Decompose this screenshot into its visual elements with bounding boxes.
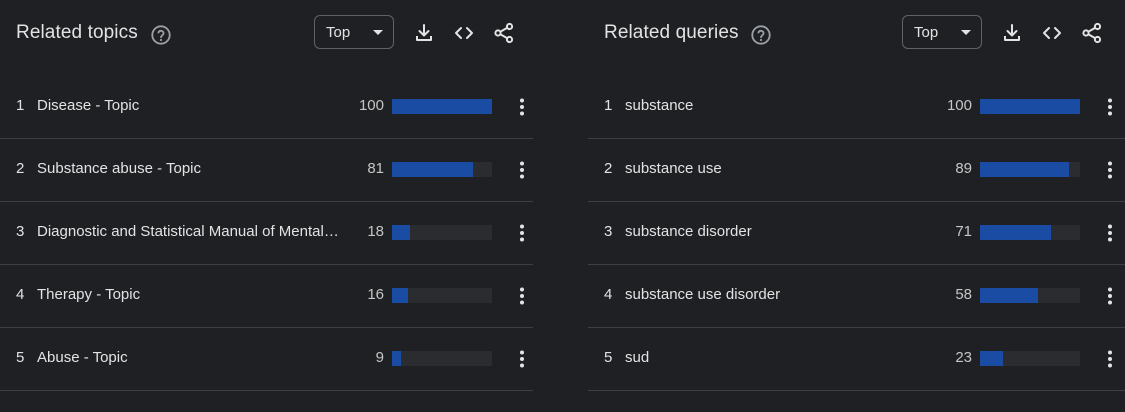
code-icon[interactable]: [1040, 21, 1064, 45]
rank-number: 3: [16, 223, 25, 240]
related-queries-list: 1 substance 100 2 substance use 89 3 sub…: [588, 76, 1125, 391]
list-item: 5 Abuse - Topic 9: [0, 328, 533, 391]
query-link[interactable]: sud: [625, 349, 649, 366]
caret-down-icon: [373, 30, 383, 35]
trends-related-panels: Related topics Top 1 Disease - Topic 100…: [0, 0, 1125, 412]
more-vert-icon[interactable]: [510, 95, 534, 119]
list-item: 1 Disease - Topic 100: [0, 76, 533, 139]
interest-bar-fill: [392, 225, 410, 240]
interest-bar: [980, 162, 1080, 177]
interest-value: 89: [955, 160, 972, 177]
interest-value: 100: [946, 97, 972, 114]
list-item: 3 substance disorder 71: [588, 202, 1125, 265]
list-item: 5 sud 23: [588, 328, 1125, 391]
topic-link[interactable]: Substance abuse - Topic: [37, 160, 201, 177]
rank-number: 2: [16, 160, 25, 177]
help-circle-icon[interactable]: [150, 24, 172, 46]
interest-bar: [392, 162, 492, 177]
interest-bar: [980, 351, 1080, 366]
interest-bar-fill: [392, 288, 408, 303]
share-icon[interactable]: [492, 21, 516, 45]
interest-value: 71: [955, 223, 972, 240]
list-item: 4 Therapy - Topic 16: [0, 265, 533, 328]
related-topics-header: Related topics Top: [0, 0, 533, 74]
list-item: 2 Substance abuse - Topic 81: [0, 139, 533, 202]
interest-bar-fill: [980, 162, 1069, 177]
query-link[interactable]: substance use: [625, 160, 722, 177]
more-vert-icon[interactable]: [510, 347, 534, 371]
download-icon[interactable]: [1000, 21, 1024, 45]
related-topics-panel: Related topics Top 1 Disease - Topic 100…: [0, 0, 533, 412]
download-icon[interactable]: [412, 21, 436, 45]
more-vert-icon[interactable]: [510, 284, 534, 308]
topic-link[interactable]: Diagnostic and Statistical Manual of Men…: [37, 223, 339, 240]
interest-bar-fill: [392, 162, 473, 177]
rank-number: 3: [604, 223, 613, 240]
related-topics-list: 1 Disease - Topic 100 2 Substance abuse …: [0, 76, 533, 391]
interest-value: 9: [375, 349, 384, 366]
interest-bar: [392, 225, 492, 240]
list-item: 4 substance use disorder 58: [588, 265, 1125, 328]
interest-value: 16: [367, 286, 384, 303]
list-item: 3 Diagnostic and Statistical Manual of M…: [0, 202, 533, 265]
rank-number: 5: [604, 349, 613, 366]
interest-value: 81: [367, 160, 384, 177]
queries-filter-value: Top: [914, 24, 939, 41]
interest-value: 100: [358, 97, 384, 114]
rank-number: 2: [604, 160, 613, 177]
interest-bar: [980, 288, 1080, 303]
related-topics-title: Related topics: [16, 22, 138, 43]
rank-number: 5: [16, 349, 25, 366]
rank-number: 4: [16, 286, 25, 303]
list-item: 2 substance use 89: [588, 139, 1125, 202]
interest-bar-fill: [980, 351, 1003, 366]
topic-link[interactable]: Therapy - Topic: [37, 286, 140, 303]
related-queries-header: Related queries Top: [588, 0, 1125, 74]
topic-link[interactable]: Abuse - Topic: [37, 349, 128, 366]
queries-filter-select[interactable]: Top: [902, 15, 982, 49]
query-link[interactable]: substance: [625, 97, 693, 114]
interest-bar: [392, 288, 492, 303]
interest-value: 58: [955, 286, 972, 303]
interest-bar: [980, 225, 1080, 240]
interest-bar: [392, 351, 492, 366]
interest-bar-fill: [392, 351, 401, 366]
more-vert-icon[interactable]: [1098, 221, 1122, 245]
help-circle-icon[interactable]: [750, 24, 772, 46]
more-vert-icon[interactable]: [510, 221, 534, 245]
related-queries-title: Related queries: [604, 22, 739, 43]
topics-filter-value: Top: [326, 24, 351, 41]
more-vert-icon[interactable]: [1098, 347, 1122, 371]
rank-number: 4: [604, 286, 613, 303]
more-vert-icon[interactable]: [1098, 158, 1122, 182]
interest-value: 23: [955, 349, 972, 366]
query-link[interactable]: substance use disorder: [625, 286, 780, 303]
caret-down-icon: [961, 30, 971, 35]
topics-filter-select[interactable]: Top: [314, 15, 394, 49]
list-item: 1 substance 100: [588, 76, 1125, 139]
more-vert-icon[interactable]: [1098, 284, 1122, 308]
rank-number: 1: [16, 97, 25, 114]
share-icon[interactable]: [1080, 21, 1104, 45]
rank-number: 1: [604, 97, 613, 114]
interest-bar: [392, 99, 492, 114]
interest-bar-fill: [980, 99, 1080, 114]
code-icon[interactable]: [452, 21, 476, 45]
interest-bar-fill: [980, 225, 1051, 240]
interest-bar: [980, 99, 1080, 114]
interest-value: 18: [367, 223, 384, 240]
interest-bar-fill: [980, 288, 1038, 303]
query-link[interactable]: substance disorder: [625, 223, 752, 240]
more-vert-icon[interactable]: [1098, 95, 1122, 119]
interest-bar-fill: [392, 99, 492, 114]
topic-link[interactable]: Disease - Topic: [37, 97, 139, 114]
related-queries-panel: Related queries Top 1 substance 100 2 su…: [588, 0, 1125, 412]
more-vert-icon[interactable]: [510, 158, 534, 182]
